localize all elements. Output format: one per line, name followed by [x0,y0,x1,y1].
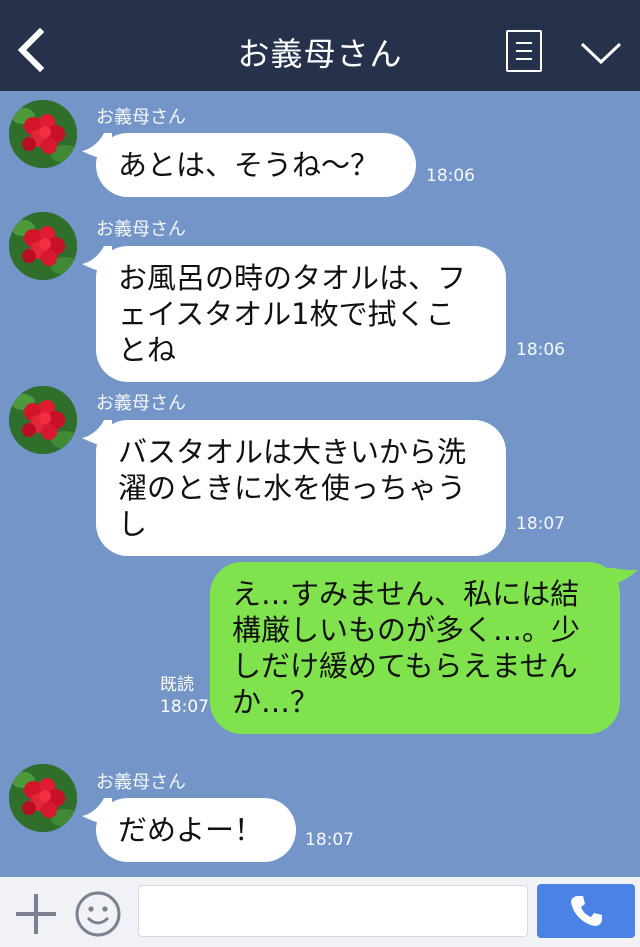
message-line: バスタオルは大きいから洗 [118,435,467,469]
call-button[interactable] [537,884,635,938]
message-line: だめよー！ [118,813,264,847]
phone-icon [571,896,602,926]
message-line: あとは、そうね〜？ [118,148,380,182]
plus-icon[interactable] [14,892,58,936]
message-time: 18:07 [305,830,354,850]
message-line: お風呂の時のタオルは、フ [118,261,467,295]
avatar[interactable] [9,764,77,832]
message-bubble[interactable]: だめよー！ [82,798,296,862]
avatar[interactable] [9,212,77,280]
message-time: 18:07 [160,697,209,717]
message-line: とね [118,333,177,367]
sender-name: お義母さん [96,393,186,414]
chat-title: お義母さん [237,35,403,73]
smile-icon[interactable] [74,890,122,938]
sender-name: お義母さん [96,772,186,793]
chevron-down-icon[interactable] [578,38,624,68]
sender-name: お義母さん [96,219,186,240]
input-bar [0,877,640,947]
message-line: 濯のときに水を使っちゃう [118,471,467,505]
message-input[interactable] [138,885,528,937]
chat-header: お義母さん [0,0,640,91]
message-line: か…？ [232,685,320,719]
avatar-berries-icon [9,764,77,832]
message-time: 18:06 [516,340,565,360]
read-status: 既読 [160,675,194,695]
message-time: 18:07 [516,514,565,534]
avatar-berries-icon [9,212,77,280]
message-line: 構厳しいものが多く…。少 [232,613,581,647]
message-line: しだけ緩めてもらえません [232,649,578,683]
sender-name: お義母さん [96,107,186,128]
message-bubble[interactable]: お風呂の時のタオルは、フ ェイスタオル1枚で拭くこ とね [82,246,506,382]
avatar-berries-icon [9,386,77,454]
avatar[interactable] [9,100,77,168]
message-bubble[interactable]: え…すみません、私には結 構厳しいものが多く…。少 しだけ緩めてもらえません か… [210,562,638,734]
avatar-berries-icon [9,100,77,168]
menu-icon[interactable] [506,30,542,72]
message-line: え…すみません、私には結 [232,577,580,611]
message-bubble[interactable]: あとは、そうね〜？ [82,133,416,197]
message-line: ェイスタオル1枚で拭くこ [118,297,455,331]
message-time: 18:06 [426,166,475,186]
message-bubble[interactable]: バスタオルは大きいから洗 濯のときに水を使っちゃう し [82,420,506,556]
avatar[interactable] [9,386,77,454]
message-line: し [118,507,148,541]
read-receipt: 既読 18:07 [160,674,209,718]
